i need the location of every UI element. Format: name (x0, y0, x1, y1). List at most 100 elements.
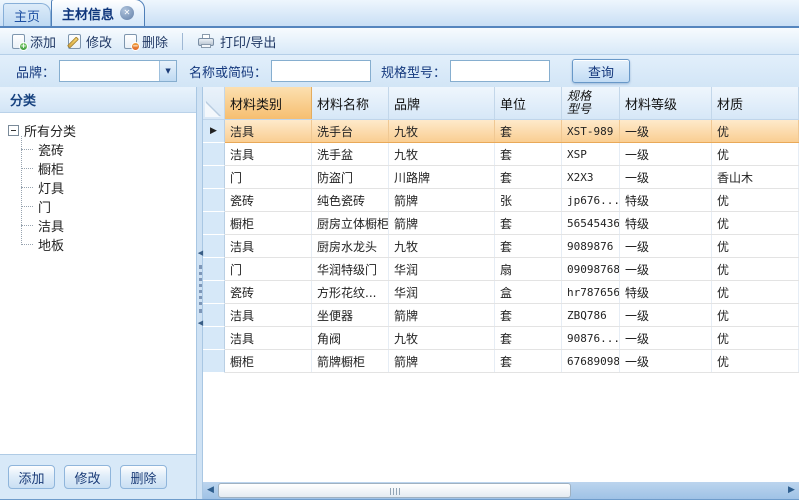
cell-category: 门 (225, 258, 312, 280)
panel-splitter[interactable]: ◀ ◀ (196, 87, 203, 499)
cell-category: 洁具 (225, 327, 312, 349)
cell-unit: 张 (495, 189, 562, 211)
header-unit[interactable]: 单位 (495, 87, 562, 119)
cell-category: 洁具 (225, 304, 312, 326)
tree-item-label: 地板 (38, 239, 65, 254)
scroll-right-icon[interactable]: ▶ (784, 482, 799, 499)
tree-item-diban[interactable]: 地板 (21, 235, 196, 254)
select-all-corner[interactable] (203, 87, 225, 119)
delete-button[interactable]: − 删除 (118, 30, 174, 53)
tree-item-jieju[interactable]: 洁具 (21, 216, 196, 235)
query-button[interactable]: 查询 (572, 59, 631, 83)
horizontal-scrollbar[interactable]: ◀ ▶ (203, 482, 799, 499)
name-input[interactable] (271, 60, 372, 82)
table-row[interactable]: 洁具 洗手盆 九牧 套 XSP 一级 优 (203, 143, 799, 166)
cell-texture: 香山木 (712, 166, 799, 188)
close-tab-icon[interactable]: ✕ (120, 6, 135, 20)
row-selector-cell (203, 281, 225, 304)
tree-root-label: 所有分类 (24, 125, 77, 140)
cell-spec: XST-989 (562, 120, 620, 142)
tree-item-chugui[interactable]: 橱柜 (21, 159, 196, 178)
brand-combobox-value (60, 61, 159, 81)
tab-bar: 主页 主材信息 ✕ (0, 0, 799, 28)
scrollbar-thumb[interactable] (218, 483, 571, 498)
table-row[interactable]: 瓷砖 纯色瓷砖 箭牌 张 jp676... 特级 优 (203, 189, 799, 212)
table-row[interactable]: 洁具 坐便器 箭牌 套 ZBQ786 一级 优 (203, 304, 799, 327)
tab-home[interactable]: 主页 (3, 3, 52, 26)
table-row[interactable]: 洁具 厨房水龙头 九牧 套 9089876 一级 优 (203, 235, 799, 258)
cell-unit: 扇 (495, 258, 562, 280)
print-export-button[interactable]: 打印/导出 (191, 30, 282, 53)
cell-brand: 箭牌 (389, 304, 495, 326)
tree-connector (21, 168, 33, 169)
spec-input[interactable] (450, 60, 551, 82)
cell-name: 洗手台 (312, 120, 389, 142)
category-panel-footer: 添加 修改 删除 (0, 454, 196, 499)
add-button[interactable]: + 添加 (6, 30, 62, 53)
tree-item-root[interactable]: 所有分类 (8, 121, 196, 140)
row-selector-cell (203, 258, 225, 281)
cell-name: 洗手盆 (312, 143, 389, 165)
cell-unit: 套 (495, 235, 562, 257)
cell-brand: 九牧 (389, 235, 495, 257)
table-row[interactable]: 瓷砖 方形花纹... 华润 盒 hr787656 特级 优 (203, 281, 799, 304)
splitter-collapse-icon[interactable]: ◀ (197, 250, 204, 257)
table-row[interactable]: 门 华润特级门 华润 扇 09098768 一级 优 (203, 258, 799, 281)
tree-item-cizhuan[interactable]: 瓷砖 (21, 140, 196, 159)
cell-texture: 优 (712, 143, 799, 165)
row-selector-cell (203, 327, 225, 350)
toolbar: + 添加 修改 − 删除 打印/导出 (0, 28, 799, 55)
pencil-icon (67, 35, 80, 49)
cell-unit: 套 (495, 327, 562, 349)
scroll-left-icon[interactable]: ◀ (203, 482, 218, 499)
table-row[interactable]: 橱柜 厨房立体橱柜 箭牌 套 56545436 特级 优 (203, 212, 799, 235)
cell-brand: 箭牌 (389, 350, 495, 372)
table-row[interactable]: 洁具 角阀 九牧 套 90876... 一级 优 (203, 327, 799, 350)
tree-item-label: 洁具 (38, 220, 65, 235)
header-brand[interactable]: 品牌 (389, 87, 495, 119)
header-material-category[interactable]: 材料类别 (225, 87, 312, 119)
footer-edit-button[interactable]: 修改 (64, 465, 111, 489)
tree-item-dengju[interactable]: 灯具 (21, 178, 196, 197)
cell-name: 防盗门 (312, 166, 389, 188)
cell-unit: 套 (495, 212, 562, 234)
tree-item-men[interactable]: 门 (21, 197, 196, 216)
cell-category: 洁具 (225, 235, 312, 257)
splitter-collapse-icon[interactable]: ◀ (197, 320, 204, 327)
selected-row-arrow-icon: ▶ (210, 126, 217, 136)
chevron-down-icon[interactable]: ▼ (159, 61, 177, 81)
tab-material-info[interactable]: 主材信息 ✕ (51, 0, 146, 26)
footer-add-button[interactable]: 添加 (8, 465, 55, 489)
table-row-selected[interactable]: ▶ 洁具 洗手台 九牧 套 XST-989 一级 优 (203, 120, 799, 143)
table-row[interactable]: 门 防盗门 川路牌 套 X2X3 一级 香山木 (203, 166, 799, 189)
tree-collapse-icon[interactable] (8, 125, 19, 136)
footer-delete-button[interactable]: 删除 (120, 465, 167, 489)
category-panel: 分类 所有分类 瓷砖 橱柜 灯具 门 洁具 地板 添加 修改 删除 (0, 87, 196, 499)
cell-unit: 套 (495, 350, 562, 372)
table-row[interactable]: 橱柜 箭牌橱柜 箭牌 套 67689098 一级 优 (203, 350, 799, 373)
corner-triangle-icon (205, 102, 220, 117)
cell-texture: 优 (712, 304, 799, 326)
cell-brand: 箭牌 (389, 212, 495, 234)
header-texture[interactable]: 材质 (712, 87, 799, 119)
edit-button[interactable]: 修改 (62, 30, 118, 53)
toolbar-divider (182, 32, 184, 50)
row-selector-cell (203, 304, 225, 327)
header-spec[interactable]: 规格型号 (562, 87, 620, 119)
splitter-grip[interactable] (199, 265, 202, 313)
cell-texture: 优 (712, 350, 799, 372)
header-grade[interactable]: 材料等级 (620, 87, 712, 119)
grid-header: 材料类别 材料名称 品牌 单位 规格型号 材料等级 材质 (203, 87, 799, 120)
cell-spec: 9089876 (562, 235, 620, 257)
cell-name: 华润特级门 (312, 258, 389, 280)
cell-unit: 套 (495, 143, 562, 165)
add-doc-icon: + (12, 33, 28, 51)
tree-children: 瓷砖 橱柜 灯具 门 洁具 地板 (21, 136, 196, 254)
cell-texture: 优 (712, 327, 799, 349)
cell-category: 洁具 (225, 120, 312, 142)
cell-brand: 华润 (389, 281, 495, 303)
header-material-name[interactable]: 材料名称 (312, 87, 389, 119)
brand-combobox[interactable]: ▼ (59, 60, 178, 82)
scrollbar-grip-icon (389, 488, 401, 495)
cell-brand: 九牧 (389, 327, 495, 349)
